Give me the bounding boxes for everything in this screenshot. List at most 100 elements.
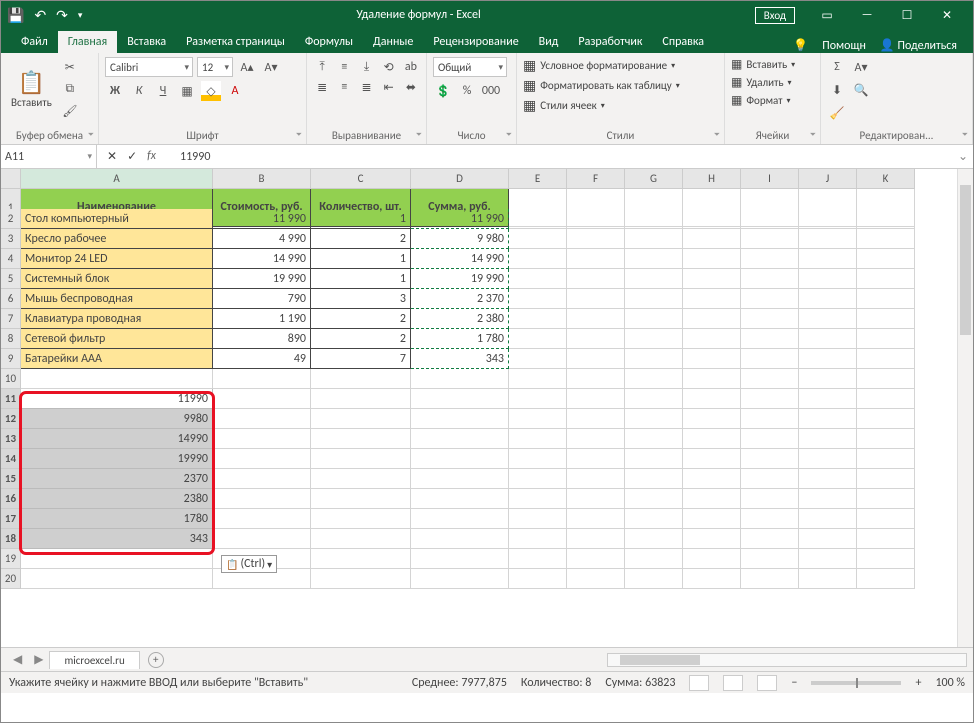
row-header-10[interactable]: 10	[1, 369, 21, 389]
font-name-combo[interactable]: Calibri	[105, 57, 193, 77]
sum-cell[interactable]: 343	[411, 349, 509, 369]
empty-cell[interactable]	[509, 249, 567, 269]
empty-cell[interactable]	[741, 449, 799, 469]
empty-cell[interactable]	[857, 549, 915, 569]
empty-cell[interactable]	[625, 289, 683, 309]
empty-cell[interactable]	[411, 529, 509, 549]
empty-cell[interactable]	[683, 569, 741, 589]
empty-cell[interactable]	[411, 469, 509, 489]
empty-cell[interactable]	[567, 209, 625, 229]
empty-cell[interactable]	[509, 349, 567, 369]
format-painter-icon[interactable]: 🖌	[60, 101, 80, 121]
name-cell[interactable]: Клавиатура проводная	[21, 309, 213, 329]
empty-cell[interactable]	[411, 449, 509, 469]
empty-cell[interactable]	[741, 209, 799, 229]
empty-cell[interactable]	[741, 409, 799, 429]
tab-review[interactable]: Рецензирование	[423, 31, 528, 53]
empty-cell[interactable]	[311, 369, 411, 389]
italic-button[interactable]: К	[129, 81, 149, 101]
empty-cell[interactable]	[857, 469, 915, 489]
empty-cell[interactable]	[741, 229, 799, 249]
empty-cell[interactable]	[625, 269, 683, 289]
empty-cell[interactable]	[683, 369, 741, 389]
empty-cell[interactable]	[683, 249, 741, 269]
col-header-B[interactable]: B	[213, 169, 311, 189]
row-header-6[interactable]: 6	[1, 289, 21, 309]
merge-icon[interactable]: ⬌	[402, 77, 420, 97]
row-header-7[interactable]: 7	[1, 309, 21, 329]
empty-cell[interactable]	[625, 469, 683, 489]
col-header-G[interactable]: G	[625, 169, 683, 189]
view-layout-button[interactable]	[723, 675, 743, 691]
name-cell[interactable]: Мышь беспроводная	[21, 289, 213, 309]
empty-cell[interactable]	[799, 409, 857, 429]
empty-cell[interactable]	[567, 349, 625, 369]
percent-icon[interactable]: %	[457, 81, 477, 101]
col-header-J[interactable]: J	[799, 169, 857, 189]
pasted-cell[interactable]: 19990	[21, 449, 213, 469]
empty-cell[interactable]	[509, 529, 567, 549]
qty-cell[interactable]: 1	[311, 249, 411, 269]
view-break-button[interactable]	[757, 675, 777, 691]
empty-cell[interactable]	[741, 389, 799, 409]
sheet-nav-next-icon[interactable]: ▶	[28, 652, 49, 667]
undo-icon[interactable]: ↶	[34, 7, 46, 24]
pasted-cell[interactable]: 11990	[21, 389, 213, 409]
cell-styles-button[interactable]: ▦Стили ячеек▾	[523, 97, 718, 114]
empty-cell[interactable]	[311, 449, 411, 469]
empty-cell[interactable]	[741, 309, 799, 329]
col-header-F[interactable]: F	[567, 169, 625, 189]
close-button[interactable]: ✕	[927, 1, 967, 29]
row-header-13[interactable]: 13	[1, 429, 21, 449]
qty-cell[interactable]: 2	[311, 309, 411, 329]
empty-cell[interactable]	[567, 449, 625, 469]
tab-layout[interactable]: Разметка страницы	[176, 31, 295, 53]
sum-cell[interactable]: 19 990	[411, 269, 509, 289]
empty-cell[interactable]	[567, 429, 625, 449]
empty-cell[interactable]	[857, 389, 915, 409]
empty-cell[interactable]	[311, 469, 411, 489]
tab-home[interactable]: Главная	[58, 31, 117, 53]
save-icon[interactable]: 💾	[7, 7, 24, 24]
empty-cell[interactable]	[683, 529, 741, 549]
pasted-cell[interactable]: 14990	[21, 429, 213, 449]
empty-cell[interactable]	[683, 329, 741, 349]
empty-cell[interactable]	[509, 329, 567, 349]
empty-cell[interactable]	[21, 569, 213, 589]
number-format-combo[interactable]: Общий	[433, 57, 507, 77]
empty-cell[interactable]	[625, 529, 683, 549]
row-header-20[interactable]: 20	[1, 569, 21, 589]
empty-cell[interactable]	[213, 449, 311, 469]
empty-cell[interactable]	[311, 509, 411, 529]
name-cell[interactable]: Кресло рабочее	[21, 229, 213, 249]
empty-cell[interactable]	[799, 209, 857, 229]
minimize-button[interactable]: —	[847, 1, 887, 29]
align-mid-icon[interactable]: ≡	[335, 57, 353, 77]
view-normal-button[interactable]	[689, 675, 709, 691]
cost-cell[interactable]: 19 990	[213, 269, 311, 289]
empty-cell[interactable]	[567, 329, 625, 349]
cost-cell[interactable]: 4 990	[213, 229, 311, 249]
wrap-text-icon[interactable]: ab	[402, 57, 420, 77]
empty-cell[interactable]	[683, 549, 741, 569]
empty-cell[interactable]	[683, 269, 741, 289]
row-header-8[interactable]: 8	[1, 329, 21, 349]
pasted-cell[interactable]: 2370	[21, 469, 213, 489]
enter-icon[interactable]: ✓	[127, 149, 137, 164]
empty-cell[interactable]	[213, 429, 311, 449]
empty-cell[interactable]	[799, 489, 857, 509]
empty-cell[interactable]	[567, 409, 625, 429]
empty-cell[interactable]	[509, 229, 567, 249]
ribbon-options-icon[interactable]: ▭	[807, 1, 847, 29]
name-cell[interactable]: Батарейки ААА	[21, 349, 213, 369]
row-header-12[interactable]: 12	[1, 409, 21, 429]
empty-cell[interactable]	[509, 489, 567, 509]
sheet-nav-prev-icon[interactable]: ◀	[7, 652, 28, 667]
login-button[interactable]: Вход	[755, 7, 795, 24]
currency-icon[interactable]: 💲	[433, 81, 453, 101]
sheet-tab[interactable]: microexcel.ru	[49, 651, 139, 669]
row-header-5[interactable]: 5	[1, 269, 21, 289]
qty-cell[interactable]: 2	[311, 229, 411, 249]
empty-cell[interactable]	[625, 569, 683, 589]
empty-cell[interactable]	[857, 329, 915, 349]
